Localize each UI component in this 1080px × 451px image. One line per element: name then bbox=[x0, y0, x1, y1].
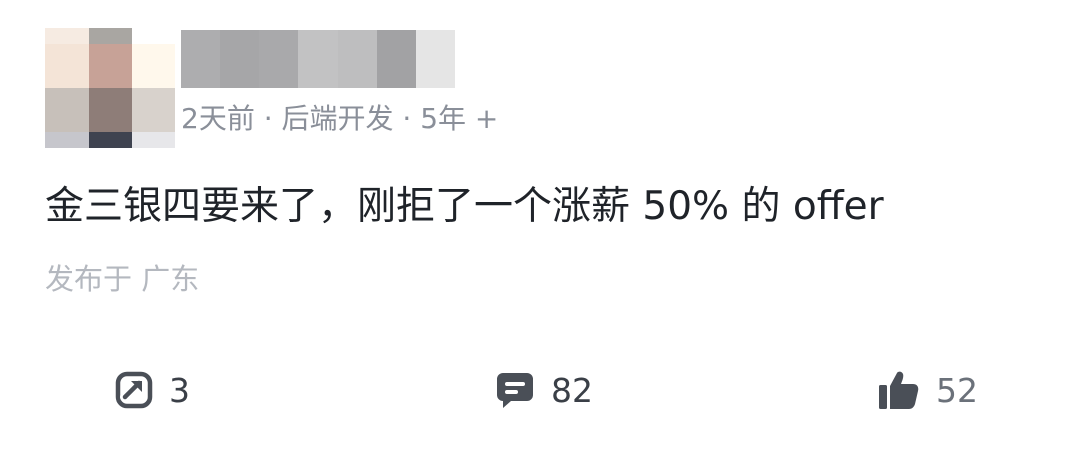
thumbs-up-icon bbox=[879, 371, 919, 409]
share-button[interactable]: 3 bbox=[115, 360, 190, 420]
like-button[interactable]: 52 bbox=[878, 360, 978, 420]
share-count: 3 bbox=[169, 370, 190, 410]
avatar[interactable] bbox=[45, 28, 175, 148]
action-bar: 3 82 52 bbox=[0, 360, 1080, 420]
comment-count: 82 bbox=[551, 370, 593, 410]
like-count: 52 bbox=[936, 370, 978, 410]
post-text[interactable]: 金三银四要来了，刚拒了一个涨薪 50% 的 offer bbox=[45, 180, 884, 234]
comment-button[interactable]: 82 bbox=[495, 360, 593, 420]
share-icon bbox=[115, 371, 153, 409]
post-meta: 2天前 · 后端开发 · 5年 + bbox=[181, 102, 499, 135]
comment-icon bbox=[497, 373, 533, 408]
username[interactable] bbox=[181, 30, 455, 88]
post-location: 发布于 广东 bbox=[45, 262, 200, 296]
